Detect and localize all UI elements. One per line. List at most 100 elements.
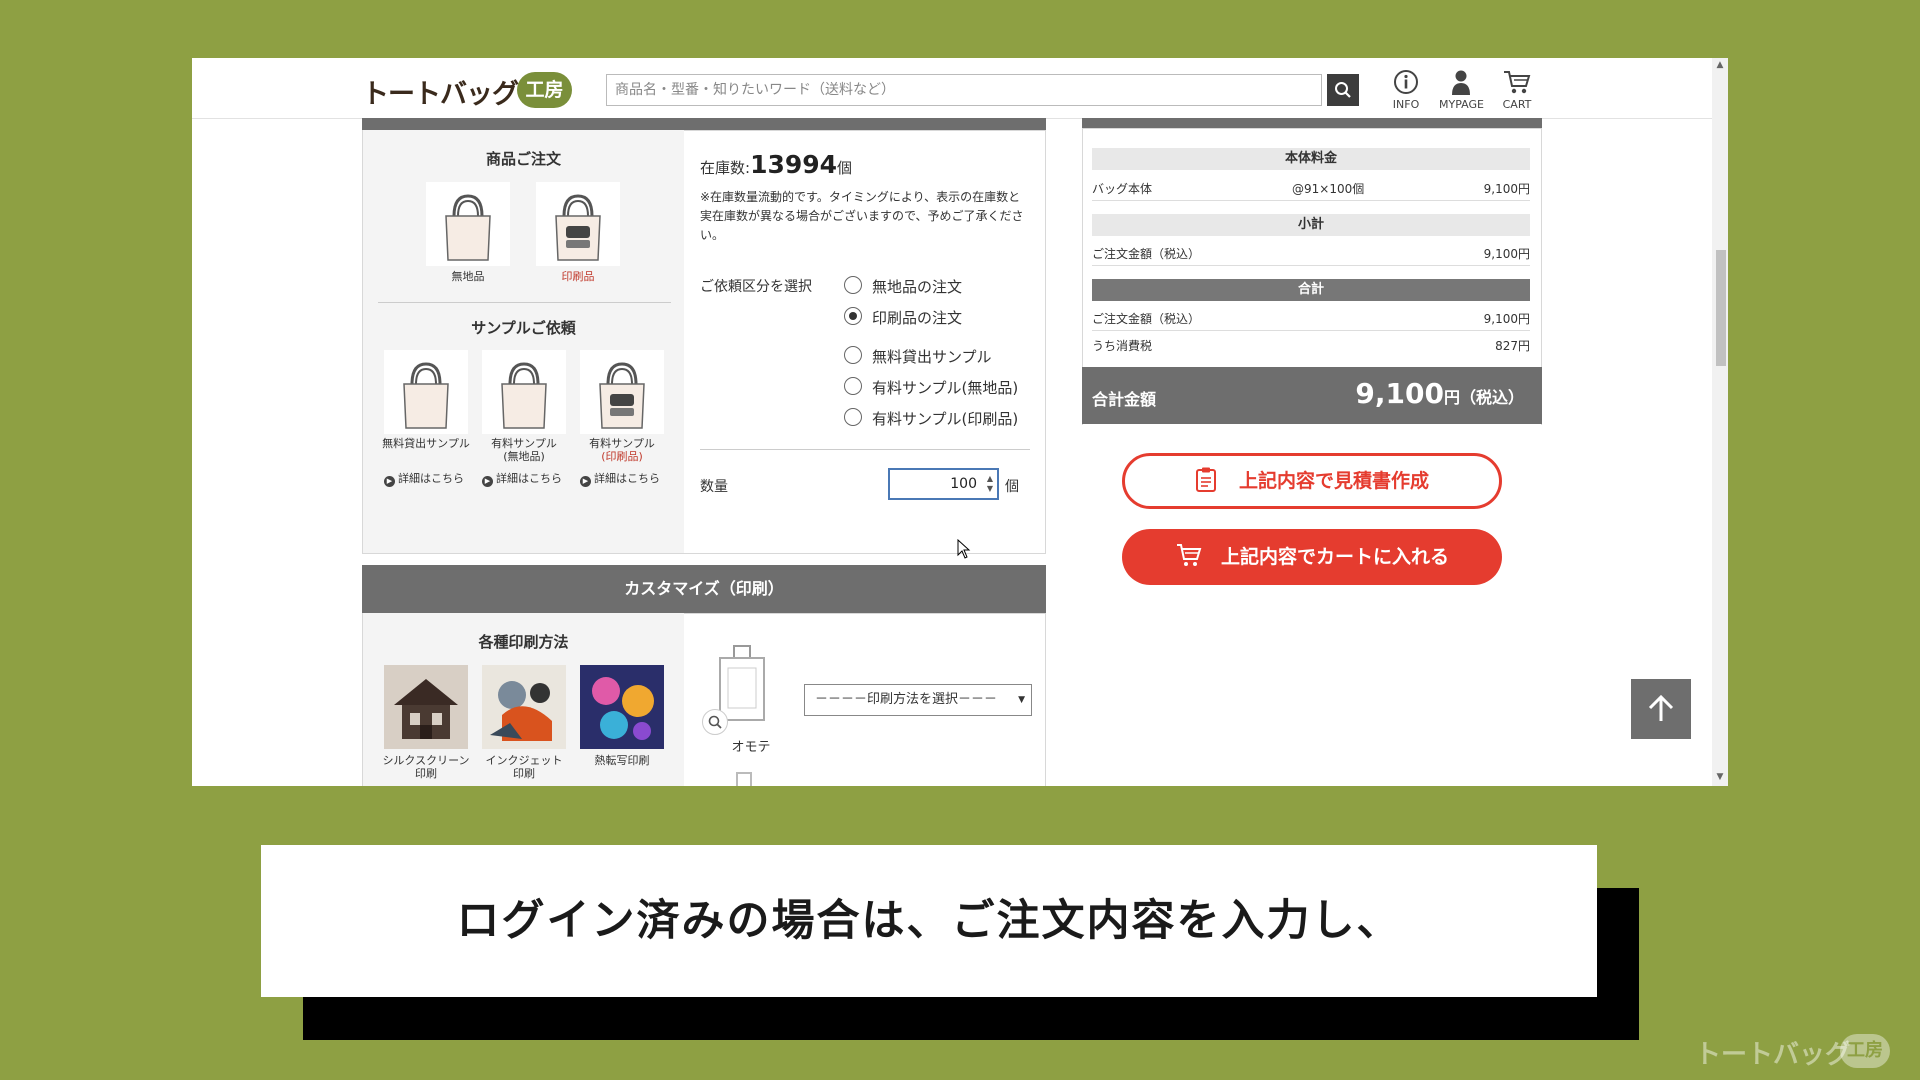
- quantity-stepper[interactable]: ▲ ▼: [987, 474, 993, 494]
- customize-header: カスタマイズ（印刷）: [362, 565, 1046, 613]
- tote-bag-icon: [403, 362, 449, 429]
- paid-sample-printed-detail-link[interactable]: 詳細はこちら: [580, 470, 660, 487]
- print-method-select-value: －－－－印刷方法を選択－－－: [815, 692, 998, 707]
- radio-plain-order[interactable]: [844, 276, 862, 294]
- subtotal-price: 9,100円: [1483, 247, 1530, 261]
- silkscreen-caption-line2: 印刷: [415, 767, 437, 780]
- heat-transfer-print-image: [580, 665, 664, 749]
- arrow-up-icon: [1648, 694, 1674, 721]
- bag-price: 9,100円: [1483, 182, 1530, 196]
- watermark-logo-badge: 工房: [1840, 1034, 1890, 1068]
- header-cart[interactable]: CART: [1495, 68, 1539, 111]
- grand-total-value: 9,100: [1355, 377, 1444, 410]
- summary-divider: [1092, 330, 1530, 331]
- grand-total-suffix: 円（税込）: [1443, 388, 1524, 407]
- bag-back-preview[interactable]: [736, 772, 752, 786]
- total-heading: 合計: [1092, 279, 1530, 301]
- option-free-sample-label[interactable]: 無料貸出サンプル: [872, 346, 992, 367]
- radio-paid-sample-printed[interactable]: [844, 408, 862, 426]
- scrollbar-thumb[interactable]: [1716, 250, 1726, 366]
- order-section-title: 商品ご注文: [485, 150, 561, 168]
- free-sample-detail-link[interactable]: 詳細はこちら: [384, 470, 464, 487]
- page-scrollbar[interactable]: ▲ ▼: [1712, 58, 1728, 786]
- cart-icon: [1504, 71, 1531, 94]
- zoom-button[interactable]: [702, 709, 728, 735]
- radio-paid-sample-plain[interactable]: [844, 377, 862, 395]
- scroll-up-arrow[interactable]: ▲: [1715, 60, 1725, 70]
- paid-sample-printed-caption: 有料サンプル (印刷品): [568, 437, 676, 463]
- header-info[interactable]: INFO: [1384, 68, 1428, 111]
- silkscreen-caption-line1: シルクスクリーン: [382, 754, 470, 767]
- cart-icon: [1176, 544, 1202, 566]
- order-panel-bar: [362, 118, 1046, 130]
- site-logo[interactable]: トートバッグ: [362, 72, 519, 111]
- paid-sample-plain-caption-line1: 有料サンプル: [491, 437, 557, 450]
- product-column: [363, 130, 684, 553]
- browser-viewport: トートバッグ 工房 商品名・型番・知りたいワード（送料など） INFO MYPA…: [192, 58, 1728, 786]
- option-paid-sample-plain-label[interactable]: 有料サンプル(無地品): [872, 377, 1018, 398]
- scroll-down-arrow[interactable]: ▼: [1715, 772, 1725, 782]
- free-sample-thumb[interactable]: [384, 350, 468, 434]
- paid-sample-plain-caption-line2: (無地品): [503, 450, 545, 463]
- add-to-cart-button[interactable]: 上記内容でカートに入れる: [1122, 529, 1502, 585]
- radio-free-sample[interactable]: [844, 346, 862, 364]
- grand-total-bar: 合計金額 9,100円（税込）: [1082, 367, 1542, 424]
- search-input[interactable]: 商品名・型番・知りたいワード（送料など）: [606, 74, 1322, 106]
- silkscreen-print-image: [384, 665, 468, 749]
- create-estimate-button[interactable]: 上記内容で見積書作成: [1122, 453, 1502, 509]
- stock-value: 13994: [750, 150, 838, 179]
- tax-label: うち消費税: [1092, 339, 1153, 353]
- inkjet-caption-line2: 印刷: [513, 767, 535, 780]
- quantity-divider: [700, 449, 1030, 450]
- request-type-label: ご依頼区分を選択: [700, 279, 812, 295]
- search-button[interactable]: [1327, 74, 1359, 106]
- tote-bag-icon: [445, 194, 491, 261]
- mouse-cursor-icon: [957, 539, 971, 559]
- back-to-top-button[interactable]: [1631, 679, 1691, 739]
- caption-text: ログイン済みの場合は、ご注文内容を入力し、: [456, 896, 1402, 946]
- subtotal-label: ご注文金額（税込）: [1092, 247, 1201, 261]
- printed-tote-bag-icon: [555, 194, 601, 261]
- logo-badge: 工房: [517, 72, 572, 108]
- user-icon: [1452, 70, 1470, 95]
- plain-bag-thumb[interactable]: [426, 182, 510, 266]
- quantity-unit: 個: [1005, 479, 1019, 495]
- print-methods-title: 各種印刷方法: [478, 633, 569, 651]
- heat-transfer-thumb[interactable]: [580, 665, 664, 749]
- stock-label: 在庫数:: [700, 159, 751, 177]
- inkjet-thumb[interactable]: [482, 665, 566, 749]
- zoom-icon: [708, 715, 722, 729]
- create-estimate-label: 上記内容で見積書作成: [1238, 470, 1429, 492]
- total-label: ご注文金額（税込）: [1092, 312, 1201, 326]
- site-header: トートバッグ 工房 商品名・型番・知りたいワード（送料など） INFO MYPA…: [192, 58, 1712, 119]
- inkjet-caption: インクジェット 印刷: [470, 754, 578, 780]
- grand-total-amount: 9,100円（税込）: [1355, 377, 1524, 410]
- summary-divider: [1092, 200, 1530, 201]
- quantity-label: 数量: [700, 479, 728, 495]
- tax-price: 827円: [1495, 339, 1530, 353]
- chevron-down-icon: ▼: [1018, 695, 1025, 705]
- front-side-label: オモテ: [731, 740, 771, 755]
- paid-sample-plain-thumb[interactable]: [482, 350, 566, 434]
- bag-unit-price: @91×100個: [1292, 182, 1365, 196]
- quantity-input[interactable]: 100 ▲ ▼: [888, 468, 999, 500]
- heat-transfer-caption: 熱転写印刷: [568, 754, 676, 767]
- stock-display: 在庫数:13994個: [700, 150, 852, 179]
- paid-sample-plain-detail-link[interactable]: 詳細はこちら: [482, 470, 562, 487]
- option-paid-sample-printed-label[interactable]: 有料サンプル(印刷品): [872, 408, 1018, 429]
- print-method-select[interactable]: －－－－印刷方法を選択－－－ ▼: [804, 684, 1032, 716]
- printed-bag-thumb[interactable]: [536, 182, 620, 266]
- radio-printed-order[interactable]: [844, 307, 862, 325]
- watermark-logo-text: トートバッグ: [1695, 1040, 1852, 1070]
- option-printed-order-label[interactable]: 印刷品の注文: [872, 307, 962, 328]
- silkscreen-thumb[interactable]: [384, 665, 468, 749]
- paid-sample-plain-caption: 有料サンプル (無地品): [470, 437, 578, 463]
- option-plain-order-label[interactable]: 無地品の注文: [872, 276, 962, 297]
- paid-sample-printed-thumb[interactable]: [580, 350, 664, 434]
- printed-tote-bag-icon: [599, 362, 645, 429]
- section-divider: [378, 302, 671, 303]
- printed-bag-caption: 印刷品: [561, 270, 595, 283]
- inkjet-print-image: [482, 665, 566, 749]
- stock-note: ※在庫数量流動的です。タイミングにより、表示の在庫数と実在庫数が異なる場合がござ…: [700, 190, 1024, 242]
- header-mypage[interactable]: MYPAGE: [1439, 68, 1484, 111]
